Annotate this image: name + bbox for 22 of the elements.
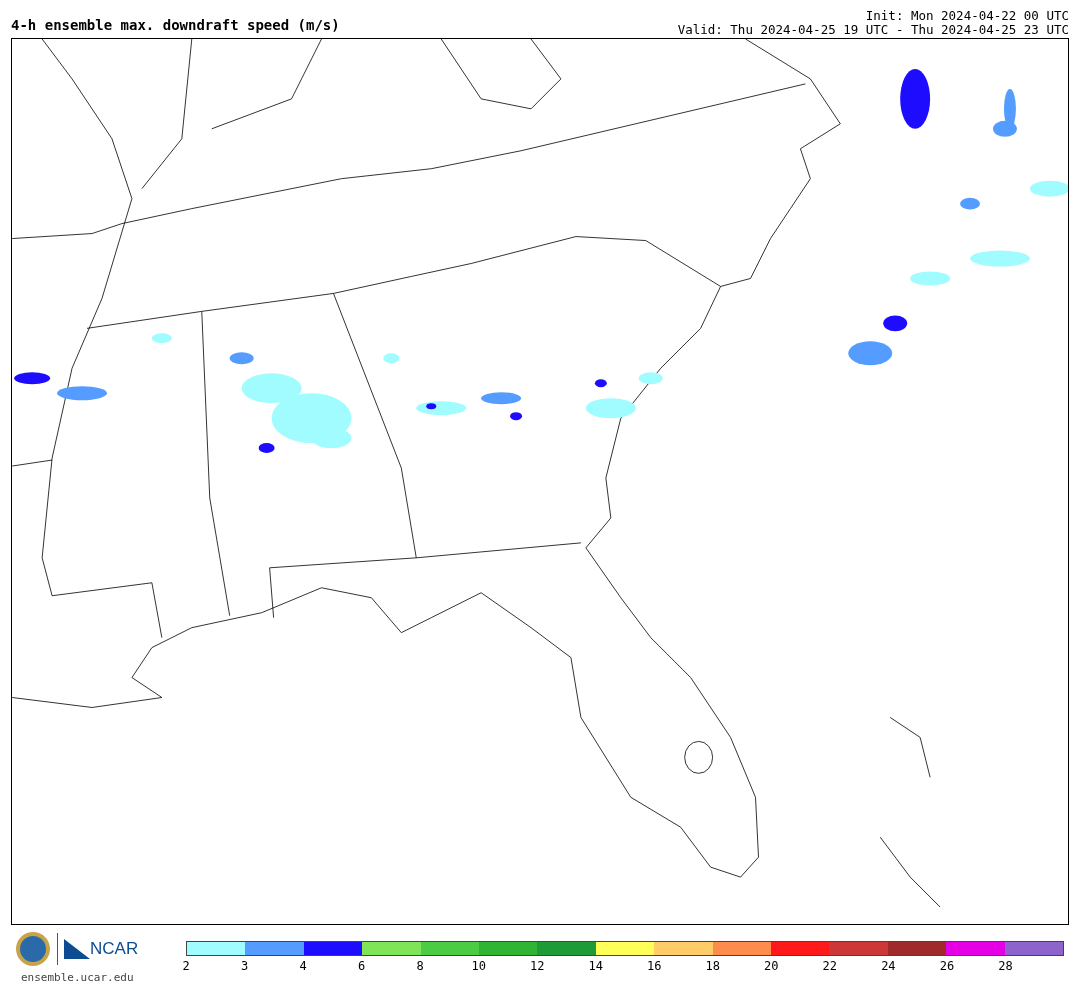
globe-logo-icon [15,931,51,967]
ncar-logo-text: NCAR [90,939,139,959]
colorbar-tick-label: 2 [182,959,190,973]
colorbar-tick-label: 6 [358,959,366,973]
init-time: Init: Mon 2024-04-22 00 UTC [864,9,1069,23]
colorbar-tick-label: 12 [529,959,545,973]
colorbar-tick-label: 10 [471,959,486,973]
colorbar-tick-label: 20 [764,959,779,973]
site-url: ensemble.ucar.edu [20,971,135,984]
colorbar-tick-label: 18 [705,959,720,973]
triangle-logo-icon [64,939,90,959]
colorbar-tick-label: 16 [647,959,662,973]
chart-title: 4-h ensemble max. downdraft speed (m/s) [11,17,340,35]
colorbar-tick-label: 24 [881,959,896,973]
colorbar-tick-label: 4 [299,959,307,973]
valid-time: Valid: Thu 2024-04-25 19 UTC - Thu 2024-04-25 23 UTC [677,23,1069,37]
colorbar-tick-label: 3 [240,959,249,973]
colorbar-tick-label: 8 [416,959,424,973]
colorbar-tick-label: 22 [822,959,838,973]
colorbar-tick-label: 28 [998,959,1013,973]
colorbar-tick-label: 26 [939,959,955,973]
colorbar-tick-label: 14 [588,959,603,973]
